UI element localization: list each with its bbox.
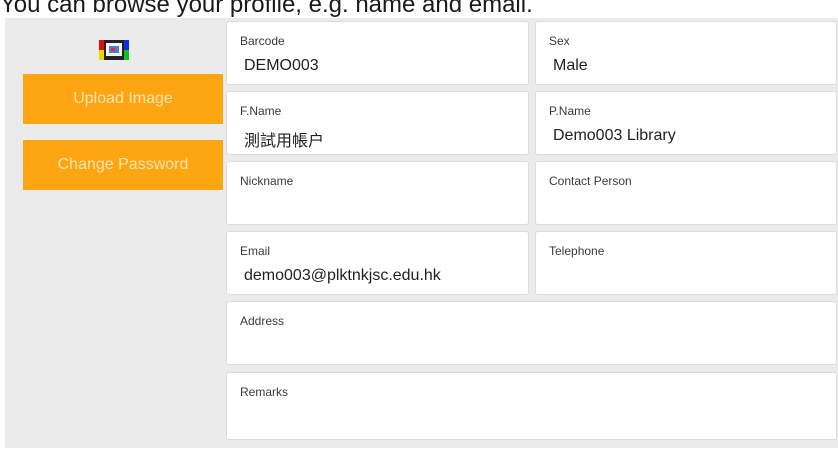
address-label: Address xyxy=(240,314,285,328)
profile-image-icon xyxy=(99,40,129,60)
email-label: Email xyxy=(240,244,271,258)
fname-label: F.Name xyxy=(240,104,282,118)
email-field[interactable]: Email demo003@plktnkjsc.edu.hk xyxy=(226,231,529,295)
upload-image-button[interactable]: Upload Image xyxy=(23,74,223,124)
contact-person-field[interactable]: Contact Person xyxy=(535,161,837,225)
remarks-field[interactable]: Remarks xyxy=(226,372,837,440)
sex-value: Male xyxy=(553,57,588,74)
barcode-label: Barcode xyxy=(240,34,285,48)
nickname-field[interactable]: Nickname xyxy=(226,161,529,225)
barcode-value: DEMO003 xyxy=(244,57,319,74)
pname-label: P.Name xyxy=(549,104,591,118)
pname-field[interactable]: P.Name Demo003 Library xyxy=(535,91,837,155)
sex-label: Sex xyxy=(549,34,570,48)
remarks-label: Remarks xyxy=(240,385,289,399)
contact-person-label: Contact Person xyxy=(549,174,632,188)
sex-field[interactable]: Sex Male xyxy=(535,21,837,85)
fname-value: 測試用帳户 xyxy=(244,133,325,150)
pname-value: Demo003 Library xyxy=(553,127,676,144)
profile-panel: Upload Image Change Password Barcode DEM… xyxy=(5,18,838,448)
address-field[interactable]: Address xyxy=(226,301,837,365)
fname-field[interactable]: F.Name 測試用帳户 xyxy=(226,91,529,155)
change-password-button[interactable]: Change Password xyxy=(23,140,223,190)
email-value: demo003@plktnkjsc.edu.hk xyxy=(244,267,441,284)
telephone-label: Telephone xyxy=(549,244,605,258)
telephone-field[interactable]: Telephone xyxy=(535,231,837,295)
barcode-field[interactable]: Barcode DEMO003 xyxy=(226,21,529,85)
nickname-label: Nickname xyxy=(240,174,294,188)
page-caption: You can browse your profile, e.g. name a… xyxy=(0,0,533,18)
